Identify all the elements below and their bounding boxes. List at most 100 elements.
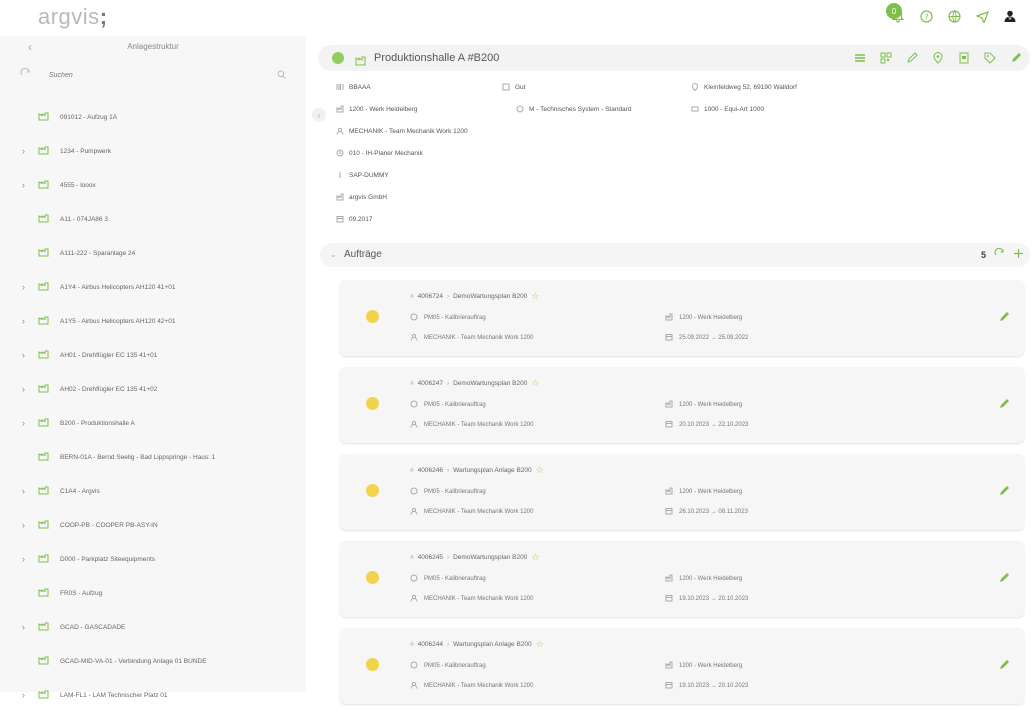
order-card[interactable]: #4006246 › Wartungsplan Anlage B200 ☆ PM05 -… [340,454,1024,530]
chevron-right-icon: › [446,380,450,387]
tree-item[interactable]: › C1A4 - Argvis [0,474,306,508]
tree-item-label: BERN-01A - Bernd Seelig - Bad Lippspring… [60,453,216,461]
map-pin-icon[interactable] [932,51,944,69]
expand-chevron-icon[interactable]: › [22,146,30,156]
tree-item[interactable]: BERN-01A - Bernd Seelig - Bad Lippspring… [0,440,306,474]
refresh-orders-icon[interactable] [994,247,1005,261]
order-team: MECHANIK - Team Mechanik Work 1200 [410,507,533,517]
equipment-icon [691,105,699,113]
order-card[interactable]: #4006244 › Wartungsplan Anlage B200 ☆ PM05 -… [340,628,1024,704]
refresh-icon[interactable] [20,66,31,84]
order-card[interactable]: #4006245 › DemoWartungsplan B200 ☆ PM05 - Ka… [340,541,1024,617]
calendar-icon [665,681,673,691]
order-team: MECHANIK - Team Mechanik Work 1200 [410,420,533,430]
expand-chevron-icon[interactable]: › [22,384,30,394]
search-icon[interactable] [277,66,286,84]
tree-item-label: A1Y5 - Airbus Helicopters AH120 42+01 [60,317,176,325]
attr-company: argvis GmbH [336,193,387,201]
attr-team: MECHANIK - Team Mechanik Work 1200 [336,127,468,135]
expand-chevron-icon[interactable]: › [22,418,30,428]
info-icon [336,171,344,179]
tree-item[interactable]: 091012 - Aufzug 1A [0,100,306,134]
condition-icon [502,83,510,91]
tree-item-label: 1234 - Pumpwerk [60,147,111,155]
building-icon [38,622,49,633]
collapse-caret-icon[interactable]: ⌄ [330,250,337,259]
tree-item[interactable]: FR0S - Aufzug [0,576,306,610]
tree-item[interactable]: › B200 - Produktionshalle A [0,406,306,440]
order-dates: 26.10.2023 → 08.11.2023 [665,507,748,517]
expand-chevron-icon[interactable]: › [22,520,30,530]
order-dates: 19.10.2023 → 20.10.2023 [665,594,748,604]
order-plan: Wartungsplan Anlage B200 [453,467,532,474]
order-header: #4006724 › DemoWartungsplan B200 ☆ [410,291,539,302]
expand-chevron-icon[interactable]: › [22,350,30,360]
tree-item[interactable]: › AH01 - Drehflügler EC 135 41+01 [0,338,306,372]
notification-bell-icon[interactable]: 0 [886,3,906,24]
edit-order-icon[interactable] [998,571,1010,589]
tree-item[interactable]: A111-222 - Sparanlage 24 [0,236,306,270]
expand-chevron-icon[interactable]: › [22,282,30,292]
edit-order-icon[interactable] [998,310,1010,328]
send-icon[interactable] [974,8,990,24]
app-logo[interactable]: argvis; [38,4,108,30]
tree-item-label: 091012 - Aufzug 1A [60,113,118,121]
building-icon [38,316,49,327]
edit-icon[interactable] [1010,51,1022,69]
document-icon[interactable] [958,51,970,69]
tree-item[interactable]: › LAM-FL1 - LAM Technischer Platz 01 [0,678,306,712]
expand-chevron-icon[interactable]: › [22,316,30,326]
globe-icon[interactable] [946,8,962,24]
tree-item-label: GCAD-MID-VA-01 - Verbindung Anlage 01 BU… [60,657,207,665]
list-icon[interactable] [854,51,866,69]
star-icon[interactable]: ☆ [531,291,539,302]
tree-item[interactable]: › A1Y4 - Airbus Helicopters AH120 41+01 [0,270,306,304]
tree-item[interactable]: A11 - 074JA86 3 [0,202,306,236]
tag-icon[interactable] [984,51,996,69]
asset-tree: 091012 - Aufzug 1A › 1234 - Pumpwerk › 4555 … [0,100,306,712]
barcode-icon [336,83,344,91]
edit-order-icon[interactable] [998,397,1010,415]
tree-item[interactable]: › 1234 - Pumpwerk [0,134,306,168]
expand-chevron-icon[interactable]: › [22,554,30,564]
tree-item[interactable]: › A1Y5 - Airbus Helicopters AH120 42+01 [0,304,306,338]
building-icon [38,112,49,123]
order-card[interactable]: #4006247 › DemoWartungsplan B200 ☆ PM05 - Ka… [340,367,1024,443]
expand-chevron-icon[interactable]: › [22,486,30,496]
order-team: MECHANIK - Team Mechanik Work 1200 [410,681,533,691]
tree-item[interactable]: › GCAD - GASCADADE [0,610,306,644]
calendar-icon [336,215,344,223]
sidebar: ‹ Anlagestruktur 091012 - Aufzug 1A›1234… [0,36,306,700]
star-icon[interactable]: ☆ [531,378,539,389]
tree-item[interactable]: › 4555 - looox [0,168,306,202]
calendar-icon [665,333,673,343]
tree-item[interactable]: › COOP-PB - COOPER PB-ASY-IN [0,508,306,542]
factory-icon [665,487,673,497]
order-dates: 20.10.2023 → 22.10.2023 [665,420,748,430]
expand-chevron-icon[interactable]: › [22,622,30,632]
edit-order-icon[interactable] [998,658,1010,676]
search-input[interactable] [43,65,271,85]
order-card[interactable]: #4006724 › DemoWartungsplan B200 ☆ PM05 - Ka… [340,280,1024,356]
tree-item[interactable]: › AH02 - Drehflügler EC 135 41+02 [0,372,306,406]
add-order-icon[interactable] [1013,248,1024,261]
tree-item[interactable]: › D000 - Parkplatz Siteequipments [0,542,306,576]
star-icon[interactable]: ☆ [536,465,544,476]
user-avatar-icon[interactable] [1002,8,1018,24]
order-plan: DemoWartungsplan B200 [453,293,528,300]
chevron-right-icon: › [446,554,450,561]
tree-item[interactable]: GCAD-MID-VA-01 - Verbindung Anlage 01 BU… [0,644,306,678]
pencil-icon[interactable] [906,51,918,69]
order-plant: 1200 - Werk Heidelberg [665,487,742,497]
order-type: PM05 - Kalibrierauftrag [410,661,486,671]
order-plan: DemoWartungsplan B200 [453,380,528,387]
star-icon[interactable]: ☆ [536,639,544,650]
orders-section-header[interactable]: ⌄ Aufträge 5 [320,243,1030,267]
edit-order-icon[interactable] [998,484,1010,502]
help-icon[interactable]: ? [918,8,934,24]
expand-chevron-icon[interactable]: › [22,180,30,190]
star-icon[interactable]: ☆ [531,552,539,563]
qr-code-icon[interactable] [880,51,892,69]
hash-icon: # [410,380,414,387]
collapse-sidebar-button[interactable]: ‹ [312,108,326,122]
